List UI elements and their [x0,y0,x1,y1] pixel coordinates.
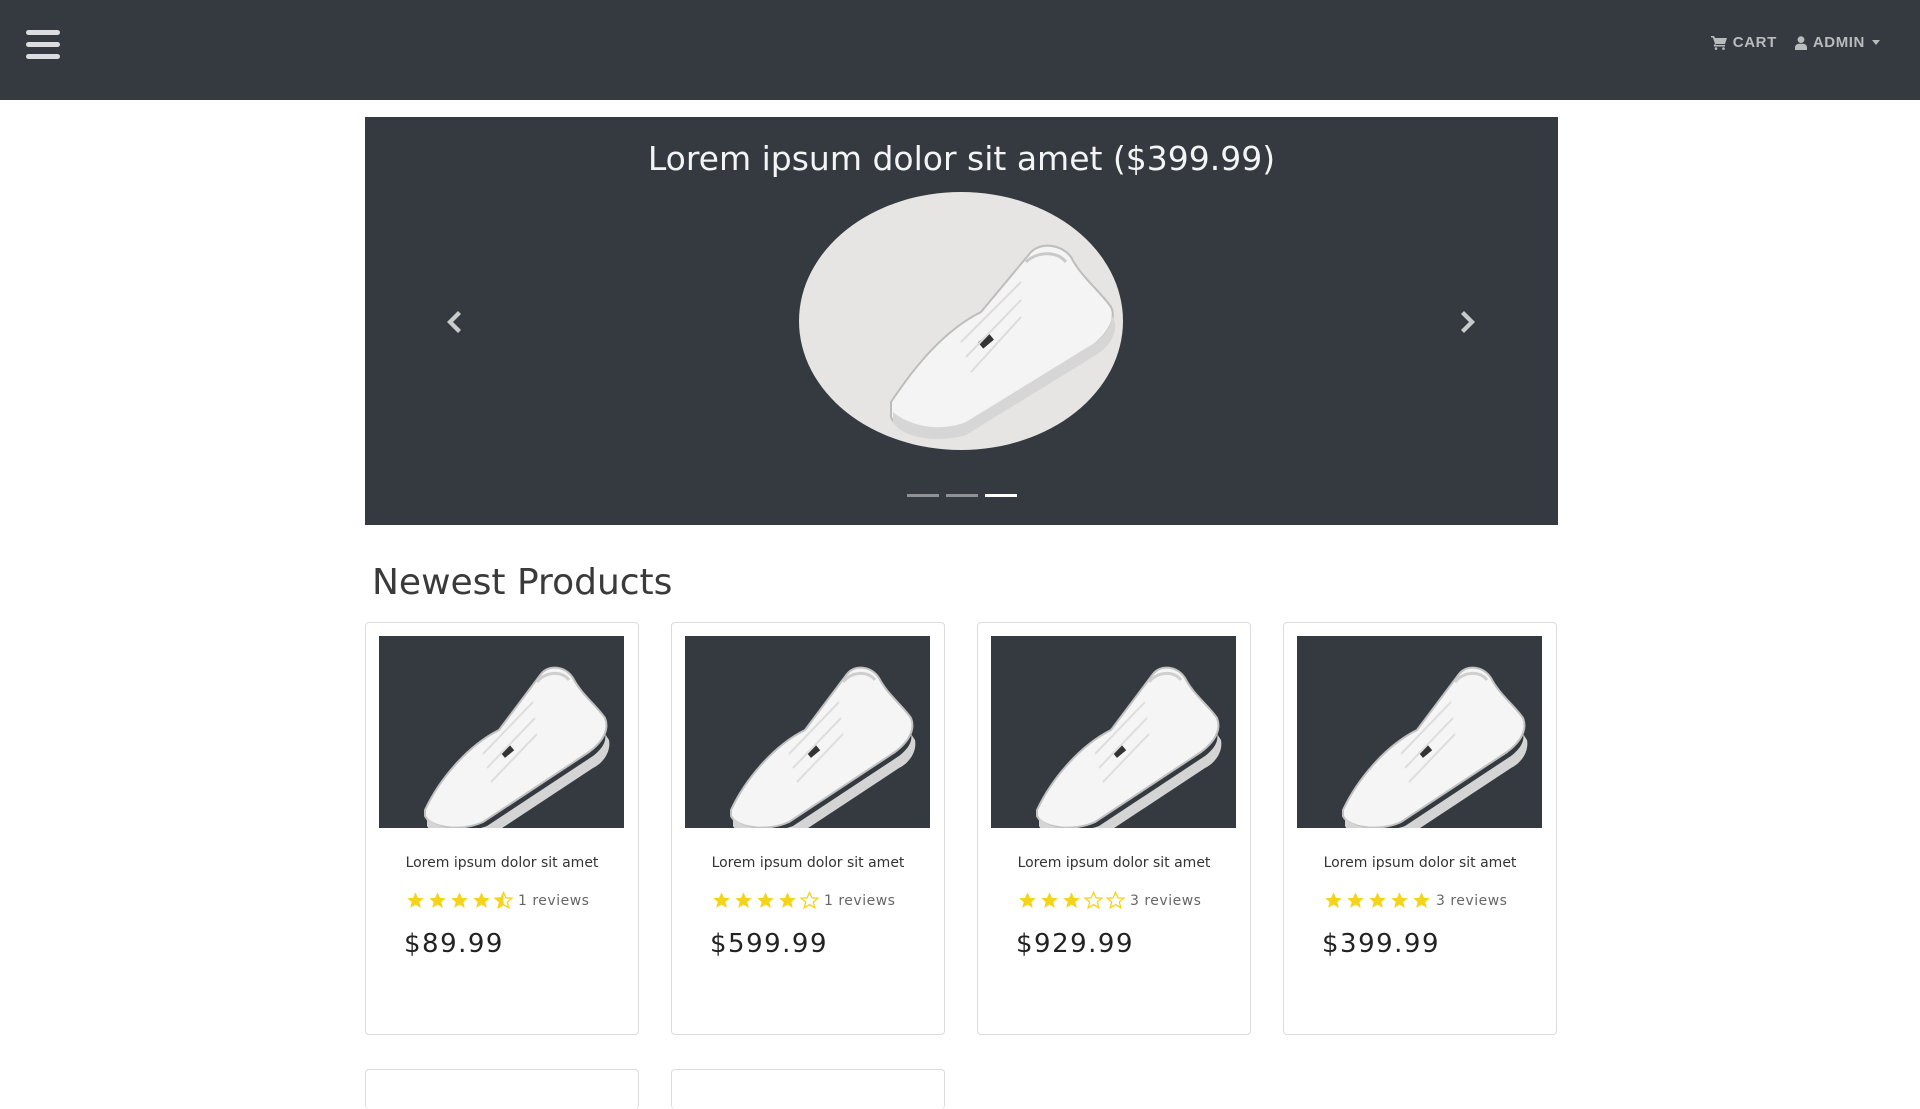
product-price: $89.99 [404,929,504,959]
product-name[interactable]: Lorem ipsum dolor sit amet [1284,855,1556,871]
star-full-icon [757,892,774,908]
star-full-icon [735,892,752,908]
product-rating: 1 reviews [712,891,895,910]
product-price: $599.99 [710,929,829,959]
star-full-icon [1413,892,1430,908]
product-card[interactable]: Lorem ipsum dolor sit amet 1 reviews $59… [671,622,945,1035]
chevron-right-icon [1461,311,1475,333]
star-full-icon [407,892,424,908]
sneaker-image [1036,666,1222,828]
product-rating: 3 reviews [1018,891,1201,910]
star-full-icon [1369,892,1386,908]
product-card[interactable] [365,1069,639,1109]
cart-link[interactable]: CART [1710,34,1777,51]
sneaker-image [424,666,610,828]
star-full-icon [1347,892,1364,908]
product-image[interactable] [379,636,624,828]
product-card[interactable]: Lorem ipsum dolor sit amet 3 reviews $92… [977,622,1251,1035]
sneaker-image [730,666,916,828]
product-image[interactable] [685,636,930,828]
product-price: $399.99 [1322,929,1441,959]
star-full-icon [451,892,468,908]
carousel-indicator[interactable] [906,494,939,497]
star-full-icon [429,892,446,908]
product-card[interactable]: Lorem ipsum dolor sit amet 3 reviews $39… [1283,622,1557,1035]
star-full-icon [779,892,796,908]
product-carousel: Lorem ipsum dolor sit amet ($399.99) [365,117,1558,525]
product-name[interactable]: Lorem ipsum dolor sit amet [978,855,1250,871]
star-empty-icon [1106,891,1125,910]
caret-down-icon [1872,40,1880,45]
product-price: $929.99 [1016,929,1135,959]
nav-right: CART ADMIN [1710,34,1880,51]
star-full-icon [1391,892,1408,908]
cart-icon [1710,35,1727,50]
carousel-indicators [365,494,1558,497]
product-rating: 1 reviews [406,891,589,910]
product-name[interactable]: Lorem ipsum dolor sit amet [672,855,944,871]
product-name[interactable]: Lorem ipsum dolor sit amet [366,855,638,871]
carousel-indicator[interactable] [945,494,978,497]
user-label: ADMIN [1812,34,1865,51]
star-full-icon [1063,892,1080,908]
product-rating: 3 reviews [1324,891,1507,910]
star-half-icon [494,891,513,910]
carousel-prev-button[interactable] [439,307,469,337]
star-full-icon [1041,892,1058,908]
product-image[interactable] [991,636,1236,828]
carousel-product-image[interactable] [799,192,1123,450]
review-count: 1 reviews [824,892,896,909]
section-title: Newest Products [372,562,673,603]
user-icon [1794,35,1807,50]
star-empty-icon [800,891,819,910]
hamburger-icon[interactable] [26,30,60,60]
product-card[interactable]: Lorem ipsum dolor sit amet 1 reviews $89… [365,622,639,1035]
carousel-title: Lorem ipsum dolor sit amet ($399.99) [647,139,1276,178]
carousel-next-button[interactable] [1453,307,1483,337]
product-grid: Lorem ipsum dolor sit amet 1 reviews $89… [365,622,1558,1109]
sneaker-image [1342,666,1528,828]
top-navbar: CART ADMIN [0,0,1920,100]
review-count: 1 reviews [518,892,590,909]
product-card[interactable] [671,1069,945,1109]
star-full-icon [473,892,490,908]
star-empty-icon [1084,891,1103,910]
product-image[interactable] [1297,636,1542,828]
review-count: 3 reviews [1436,892,1508,909]
cart-label: CART [1732,34,1777,51]
star-full-icon [1019,892,1036,908]
star-full-icon [713,892,730,908]
carousel-indicator-active[interactable] [984,494,1017,497]
sneaker-image [890,244,1116,439]
chevron-left-icon [447,311,461,333]
review-count: 3 reviews [1130,892,1202,909]
user-dropdown[interactable]: ADMIN [1794,34,1880,51]
star-full-icon [1325,892,1342,908]
